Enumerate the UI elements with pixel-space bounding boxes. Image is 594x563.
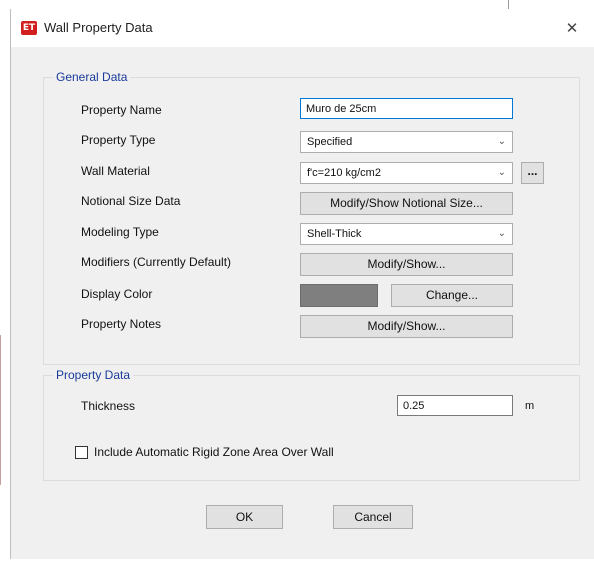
modify-notional-size-button[interactable]: Modify/Show Notional Size... [300,192,513,215]
thickness-label: Thickness [81,399,136,413]
cancel-button[interactable]: Cancel [333,505,413,529]
change-color-button[interactable]: Change... [391,284,513,307]
property-type-label: Property Type [81,133,156,147]
chevron-down-icon: ⌄ [497,136,506,147]
property-data-title: Property Data [53,368,134,382]
title-bar[interactable]: ET Wall Property Data ✕ [11,9,594,47]
wall-material-select[interactable]: f'c=210 kg/cm2 ⌄ [300,162,513,184]
property-type-select[interactable]: Specified ⌄ [300,131,513,153]
thickness-input[interactable]: 0.25 [397,395,513,416]
chevron-down-icon: ⌄ [497,167,506,178]
chevron-down-icon: ⌄ [497,228,506,239]
thickness-unit: m [525,400,535,412]
modeling-type-select[interactable]: Shell-Thick ⌄ [300,223,513,245]
dialog-title: Wall Property Data [44,20,153,35]
modeling-type-value: Shell-Thick [307,228,362,240]
display-color-swatch [300,284,378,307]
rigid-zone-checkbox-label[interactable]: Include Automatic Rigid Zone Area Over W… [94,445,334,459]
background-divider-vertical [508,0,509,9]
modify-modifiers-button[interactable]: Modify/Show... [300,253,513,276]
wall-material-label: Wall Material [81,164,150,178]
modifiers-label: Modifiers (Currently Default) [81,255,232,269]
display-color-label: Display Color [81,287,153,301]
notional-size-label: Notional Size Data [81,194,181,208]
property-name-input[interactable]: Muro de 25cm [300,98,513,119]
wall-material-more-button[interactable]: ... [521,162,544,184]
etabs-app-icon: ET [21,21,37,35]
ok-button[interactable]: OK [206,505,283,529]
modify-property-notes-button[interactable]: Modify/Show... [300,315,513,338]
modeling-type-label: Modeling Type [81,225,159,239]
property-name-label: Property Name [81,103,162,117]
wall-property-dialog: ET Wall Property Data ✕ General Data Pro… [10,9,594,559]
wall-material-value: f'c=210 kg/cm2 [307,167,381,179]
close-icon[interactable]: ✕ [550,9,594,47]
property-notes-label: Property Notes [81,317,162,331]
property-data-group [43,375,580,481]
general-data-title: General Data [53,70,131,84]
property-type-value: Specified [307,136,353,148]
rigid-zone-checkbox[interactable] [75,446,88,459]
background-divider-left [0,335,1,485]
